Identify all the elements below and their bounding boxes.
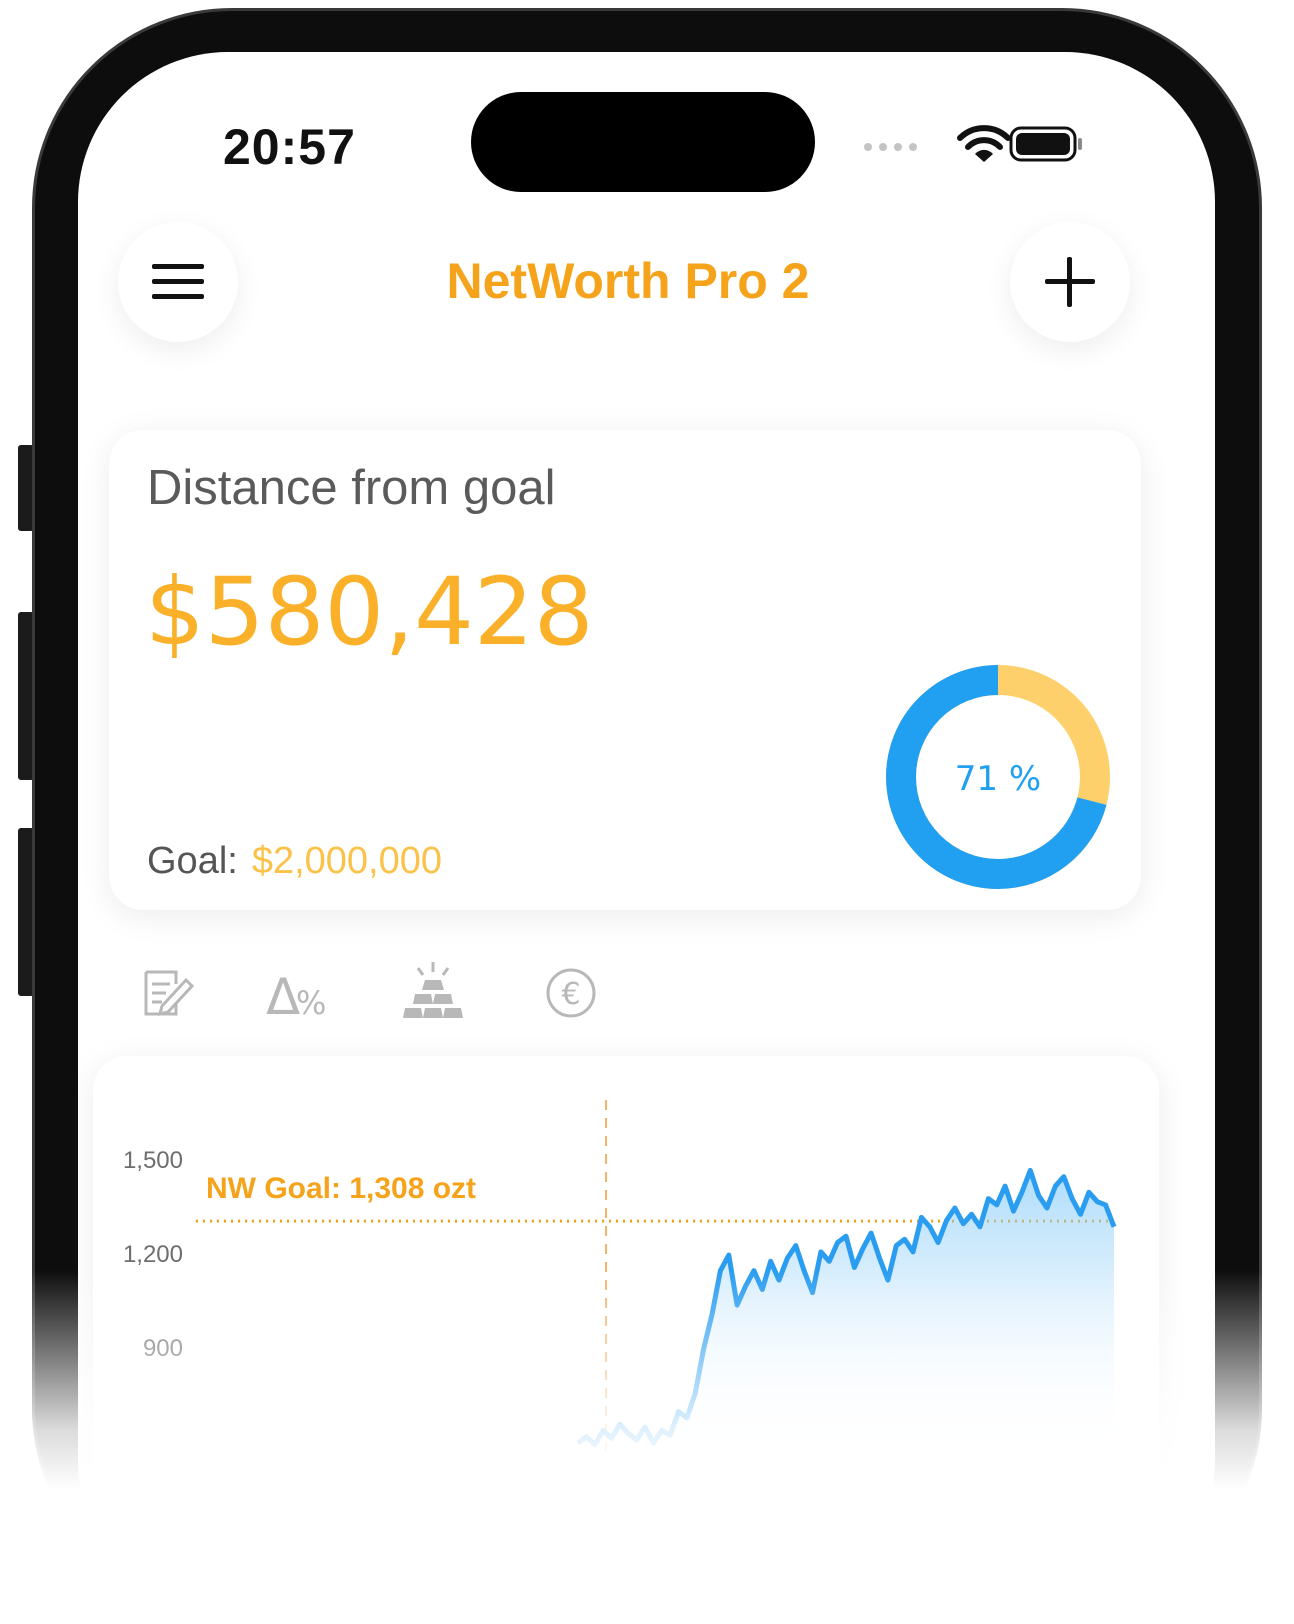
bottom-fade-overlay	[0, 1270, 1294, 1624]
